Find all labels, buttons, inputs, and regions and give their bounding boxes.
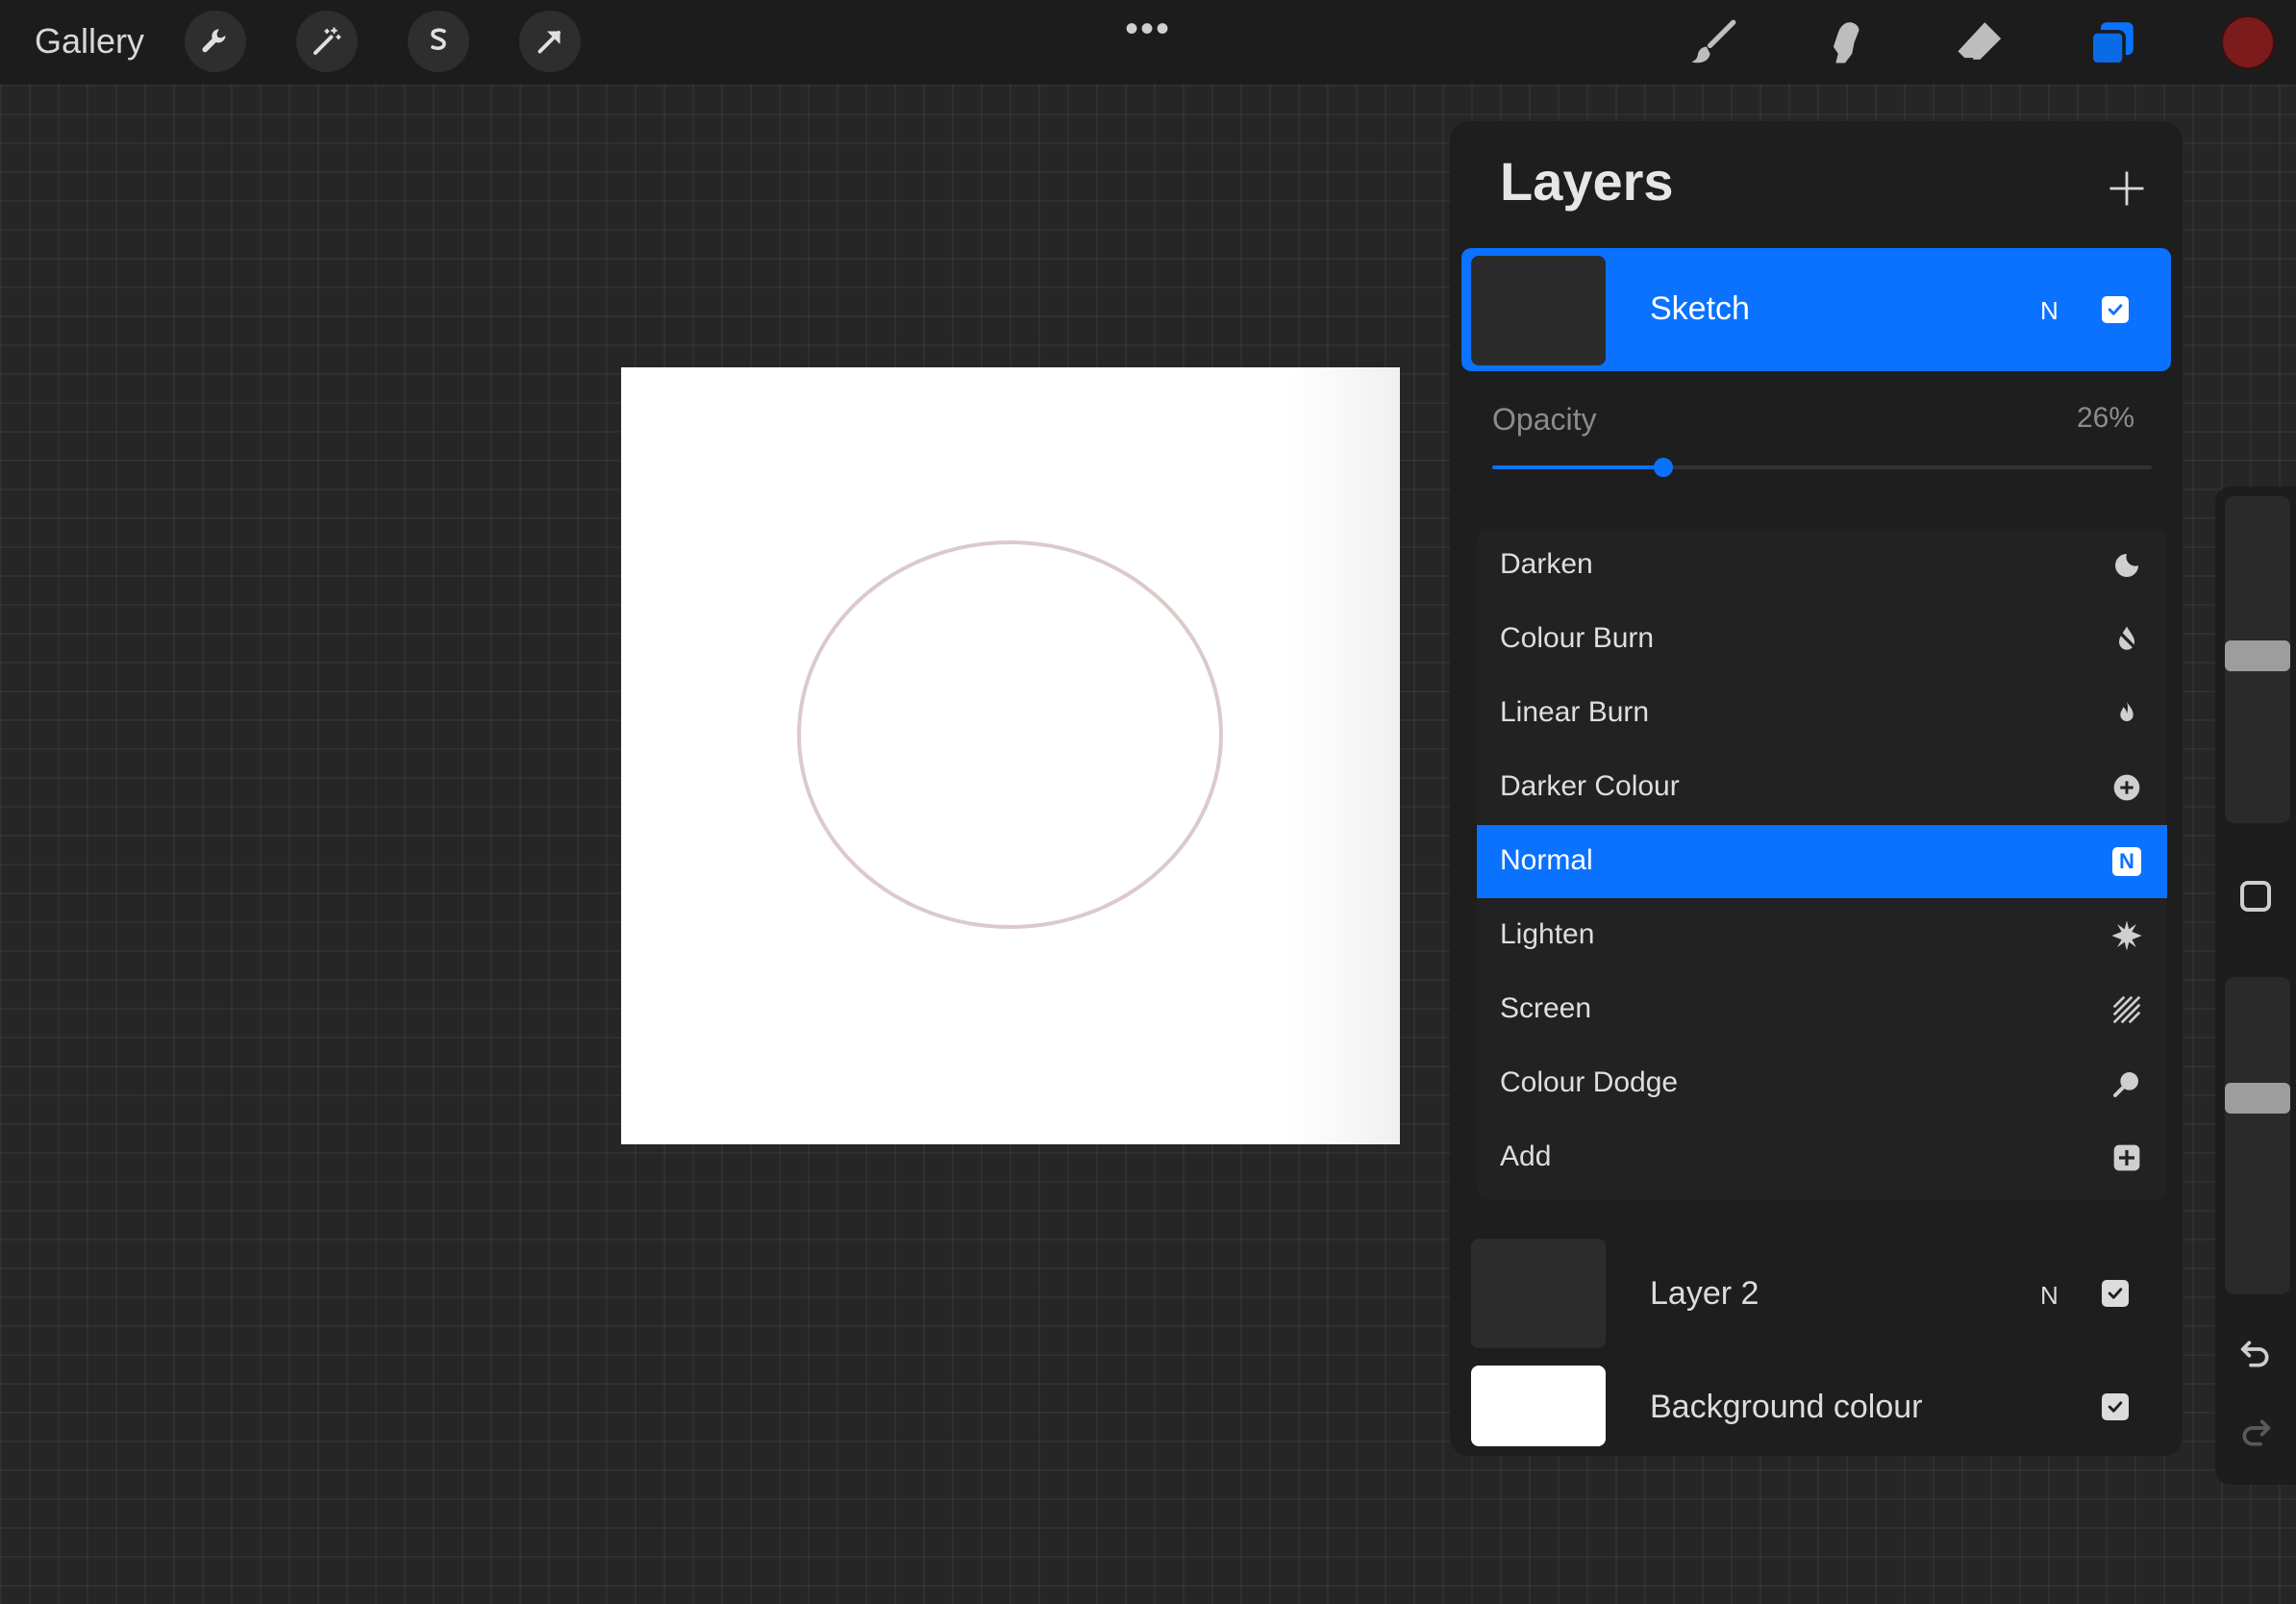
adjustments-wand-button[interactable] — [296, 11, 358, 72]
actions-wrench-button[interactable] — [185, 11, 246, 72]
opacity-value: 26% — [2077, 402, 2135, 434]
blend-mode-label: Colour Dodge — [1500, 1066, 1679, 1098]
sketched-circle — [797, 540, 1223, 929]
layers-button[interactable] — [2083, 13, 2142, 73]
brush-opacity-knob[interactable] — [2225, 1083, 2290, 1114]
blend-mode-normal[interactable]: Normal N — [1477, 825, 2167, 898]
brush-icon — [1691, 19, 1736, 63]
plus-circle-icon — [2108, 768, 2146, 807]
flame-icon — [2108, 694, 2146, 733]
transform-arrow-icon — [537, 31, 561, 54]
layer-blend-mode-button[interactable]: N — [2040, 1281, 2059, 1311]
layer-thumbnail — [1471, 256, 1606, 365]
n-badge-icon: N — [2108, 842, 2146, 881]
opacity-slider-fill — [1492, 465, 1664, 469]
blend-mode-label: Lighten — [1500, 918, 1595, 950]
layer-row-layer-2[interactable]: Layer 2 N — [1461, 1235, 2171, 1352]
layers-panel: Layers Sketch N Opacity 26% Darken Colou… — [1450, 121, 2183, 1456]
checkmark-icon — [2108, 304, 2123, 315]
layer-name: Background colour — [1650, 1389, 1923, 1425]
layer-visibility-checkbox[interactable] — [2102, 1393, 2129, 1420]
blend-mode-label: Normal — [1500, 844, 1593, 876]
top-toolbar: Gallery ••• — [0, 0, 2296, 85]
blend-mode-label: Add — [1500, 1140, 1552, 1172]
burn-drop-icon — [2108, 620, 2146, 659]
hatch-icon — [2108, 990, 2146, 1029]
brush-size-slider[interactable] — [2225, 496, 2290, 823]
magic-wand-icon — [313, 27, 341, 55]
brush-tool-button[interactable] — [1683, 13, 1742, 73]
transform-button[interactable] — [519, 11, 581, 72]
checkmark-icon — [2108, 1288, 2123, 1299]
blend-mode-label: Colour Burn — [1500, 622, 1655, 654]
smudge-icon — [1833, 22, 1859, 63]
blend-mode-lighten[interactable]: Lighten — [1477, 899, 2167, 972]
selection-s-icon — [431, 28, 446, 50]
more-options-button[interactable]: ••• — [1125, 8, 1171, 51]
layer-thumbnail — [1471, 1239, 1606, 1348]
opacity-slider[interactable] — [1492, 458, 2152, 477]
square-icon[interactable] — [2240, 881, 2271, 912]
eraser-icon — [1955, 22, 2002, 62]
layer-visibility-checkbox[interactable] — [2102, 1280, 2129, 1307]
drawing-canvas[interactable] — [621, 367, 1400, 1144]
wrench-icon — [202, 29, 226, 53]
magnifier-icon — [2108, 1065, 2146, 1103]
opacity-slider-thumb[interactable] — [1654, 458, 1674, 477]
redo-icon[interactable] — [2234, 1412, 2277, 1454]
blend-mode-colour-burn[interactable]: Colour Burn — [1477, 603, 2167, 676]
smudge-tool-button[interactable] — [1815, 13, 1875, 73]
panel-title: Layers — [1500, 151, 1674, 212]
blend-mode-label: Linear Burn — [1500, 696, 1650, 728]
moon-icon — [2108, 546, 2146, 585]
blend-mode-label: Screen — [1500, 992, 1592, 1024]
brush-size-knob[interactable] — [2225, 640, 2290, 671]
layer-blend-mode-button[interactable]: N — [2040, 296, 2059, 326]
layer-row-sketch[interactable]: Sketch N — [1461, 248, 2171, 371]
blend-mode-darken[interactable]: Darken — [1477, 529, 2167, 602]
eraser-tool-button[interactable] — [1948, 13, 2008, 73]
layer-name: Layer 2 — [1650, 1275, 1759, 1312]
blend-mode-list: Darken Colour Burn Linear Burn Darker Co… — [1477, 529, 2167, 1200]
checkmark-icon — [2108, 1401, 2123, 1413]
plus-icon — [2109, 171, 2144, 206]
blend-mode-label: Darken — [1500, 548, 1593, 580]
undo-icon[interactable] — [2234, 1333, 2277, 1375]
blend-mode-add[interactable]: Add — [1477, 1121, 2167, 1194]
blend-mode-screen[interactable]: Screen — [1477, 973, 2167, 1046]
blend-mode-darker-colour[interactable]: Darker Colour — [1477, 751, 2167, 824]
color-picker-button[interactable] — [2221, 15, 2275, 69]
side-toolbar — [2215, 487, 2296, 1485]
layer-row-background-colour[interactable]: Background colour — [1461, 1362, 2171, 1454]
gallery-button[interactable]: Gallery — [35, 21, 144, 62]
layers-icon — [2089, 22, 2134, 66]
layer-name: Sketch — [1650, 290, 1750, 327]
selection-button[interactable] — [408, 11, 469, 72]
plus-square-icon — [2108, 1139, 2146, 1177]
brush-opacity-slider[interactable] — [2225, 977, 2290, 1294]
blend-mode-linear-burn[interactable]: Linear Burn — [1477, 677, 2167, 750]
blend-mode-label: Darker Colour — [1500, 770, 1680, 802]
layer-visibility-checkbox[interactable] — [2102, 296, 2129, 323]
add-layer-button[interactable] — [2100, 162, 2154, 215]
opacity-label: Opacity — [1492, 402, 1597, 437]
background-colour-swatch[interactable] — [1471, 1366, 1606, 1446]
sparkle-icon — [2108, 916, 2146, 955]
blend-mode-colour-dodge[interactable]: Colour Dodge — [1477, 1047, 2167, 1120]
